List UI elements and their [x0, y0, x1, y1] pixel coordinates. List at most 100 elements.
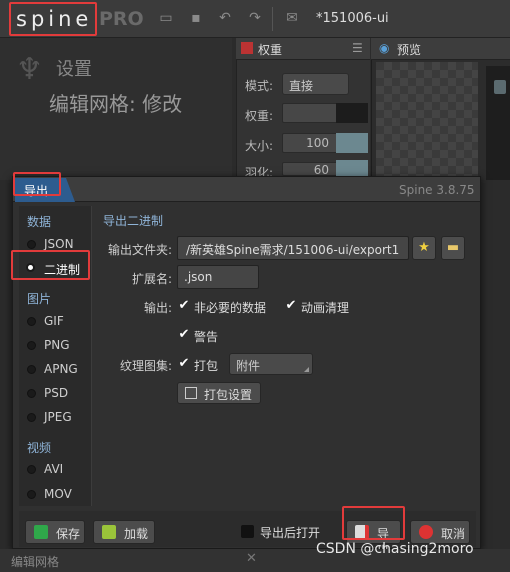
load-icon [102, 525, 116, 539]
bottom-panel-title: 编辑网格 [11, 555, 60, 569]
toolbar-divider [272, 7, 273, 31]
preview-panel-header[interactable]: ◉ 预览 [371, 38, 510, 60]
format-option-avi[interactable]: AVI [24, 461, 88, 477]
mode-dropdown[interactable]: 直接 [282, 73, 349, 95]
format-label-json: JSON [44, 237, 74, 251]
mode-label: 模式: [245, 79, 274, 93]
format-option-mov[interactable]: MOV [24, 486, 88, 502]
close-icon[interactable]: ✕ [246, 551, 257, 566]
browse-folder-button[interactable]: ▬ [441, 236, 465, 260]
envelope-icon[interactable]: ✉ [284, 10, 300, 26]
weights-panel-header[interactable]: 权重 [236, 38, 370, 60]
weights-icon [241, 42, 253, 54]
open-after-export-checkbox[interactable] [241, 525, 254, 538]
extension-label: 扩展名: [131, 272, 172, 286]
save-label: 保存 [56, 527, 81, 541]
checkbox-pack[interactable]: ✔ [177, 357, 191, 371]
warnings-label: 警告 [194, 330, 219, 344]
nonessential-data-label: 非必要的数据 [194, 301, 267, 315]
spine-logo[interactable]: spine [9, 2, 97, 36]
texture-atlas-label: 纹理图集: [119, 359, 172, 373]
checkbox-nonessential-data[interactable]: ✔ [177, 299, 191, 313]
extension-input[interactable]: .json [177, 265, 259, 289]
checkbox-warnings[interactable]: ✔ [177, 328, 191, 342]
edit-mesh-mode-title: 编辑网格: 修改 [49, 92, 183, 116]
eye-icon: ◉ [379, 41, 390, 55]
setup-mode-title: 设置 [56, 59, 92, 80]
cancel-icon [419, 525, 433, 539]
size-label: 大小: [245, 139, 274, 153]
open-after-export-label: 导出后打开 [260, 526, 321, 540]
highlight-binary-option [11, 250, 90, 280]
version-label: Spine 3.8.75 [399, 183, 475, 197]
format-label-apng: APNG [44, 362, 78, 376]
preview-panel-title: 预览 [397, 43, 422, 57]
preview-checkerboard [376, 62, 478, 180]
format-label-psd: PSD [44, 386, 69, 400]
save-button[interactable]: 保存 [25, 520, 85, 544]
radio-mov[interactable] [27, 490, 36, 499]
format-label-jpeg: JPEG [44, 410, 72, 424]
radio-json[interactable] [27, 240, 36, 249]
format-label-avi: AVI [44, 462, 64, 476]
radio-jpeg[interactable] [27, 413, 36, 422]
size-field[interactable]: 100 [282, 133, 338, 153]
format-label-gif: GIF [44, 314, 64, 328]
feather-field[interactable]: 60 [282, 162, 338, 176]
radio-avi[interactable] [27, 465, 36, 474]
folder-icon: ▬ [446, 240, 460, 255]
settings-grid-icon [185, 387, 197, 399]
save-icon[interactable]: ▪ [188, 10, 204, 26]
group-video-label: 视频 [27, 441, 52, 455]
output-label: 输出: [143, 301, 172, 315]
pack-mode-value: 附件 [236, 359, 261, 373]
pack-label: 打包 [194, 359, 219, 373]
dropdown-corner-icon [304, 367, 309, 372]
preview-control-chip[interactable] [494, 80, 506, 94]
sidebar-divider [91, 206, 92, 506]
group-image-label: 图片 [27, 292, 52, 306]
cancel-label: 取消 [441, 527, 466, 541]
save-icon [34, 525, 48, 539]
redo-icon[interactable]: ↷ [247, 10, 263, 26]
format-option-png[interactable]: PNG [24, 337, 88, 353]
size-slider[interactable] [336, 133, 368, 153]
weight-field[interactable] [282, 103, 338, 123]
feather-label: 羽化: [245, 166, 274, 176]
section-title: 导出二进制 [103, 214, 164, 228]
format-option-gif[interactable]: GIF [24, 313, 88, 329]
output-folder-label: 输出文件夹: [107, 243, 172, 257]
animation-cleanup-label: 动画清理 [301, 301, 350, 315]
format-label-png: PNG [44, 338, 70, 352]
watermark: CSDN @chasing2moro [316, 541, 474, 557]
favorite-star-button[interactable]: ★ [412, 236, 436, 260]
weight-slider[interactable] [336, 103, 368, 123]
logo-text: spine [16, 7, 93, 31]
undo-icon[interactable]: ↶ [217, 10, 233, 26]
radio-apng[interactable] [27, 365, 36, 374]
format-option-jpeg[interactable]: JPEG [24, 409, 88, 425]
radio-png[interactable] [27, 341, 36, 350]
mode-value: 直接 [289, 79, 314, 93]
radio-gif[interactable] [27, 317, 36, 326]
format-label-mov: MOV [44, 487, 72, 501]
checkbox-animation-cleanup[interactable]: ✔ [284, 299, 298, 313]
hamburger-menu-icon[interactable]: ☰ [352, 41, 363, 55]
load-label: 加载 [124, 527, 149, 541]
weights-panel-title: 权重 [258, 43, 283, 57]
format-option-apng[interactable]: APNG [24, 361, 88, 377]
project-name: *151006-ui [316, 11, 389, 26]
radio-psd[interactable] [27, 389, 36, 398]
weight-label: 权重: [245, 109, 274, 123]
pack-settings-label: 打包设置 [204, 388, 253, 402]
group-data-label: 数据 [27, 215, 52, 229]
folder-open-icon[interactable]: ▭ [158, 10, 174, 26]
skeleton-figure-icon: ♆ [16, 52, 43, 87]
format-option-psd[interactable]: PSD [24, 385, 88, 401]
pack-mode-dropdown[interactable]: 附件 [229, 353, 313, 375]
pack-settings-button[interactable]: 打包设置 [177, 382, 261, 404]
star-icon: ★ [418, 240, 430, 255]
highlight-export-button [342, 506, 405, 540]
output-folder-input[interactable]: /新英雄Spine需求/151006-ui/export1 [177, 236, 409, 260]
load-button[interactable]: 加载 [93, 520, 155, 544]
